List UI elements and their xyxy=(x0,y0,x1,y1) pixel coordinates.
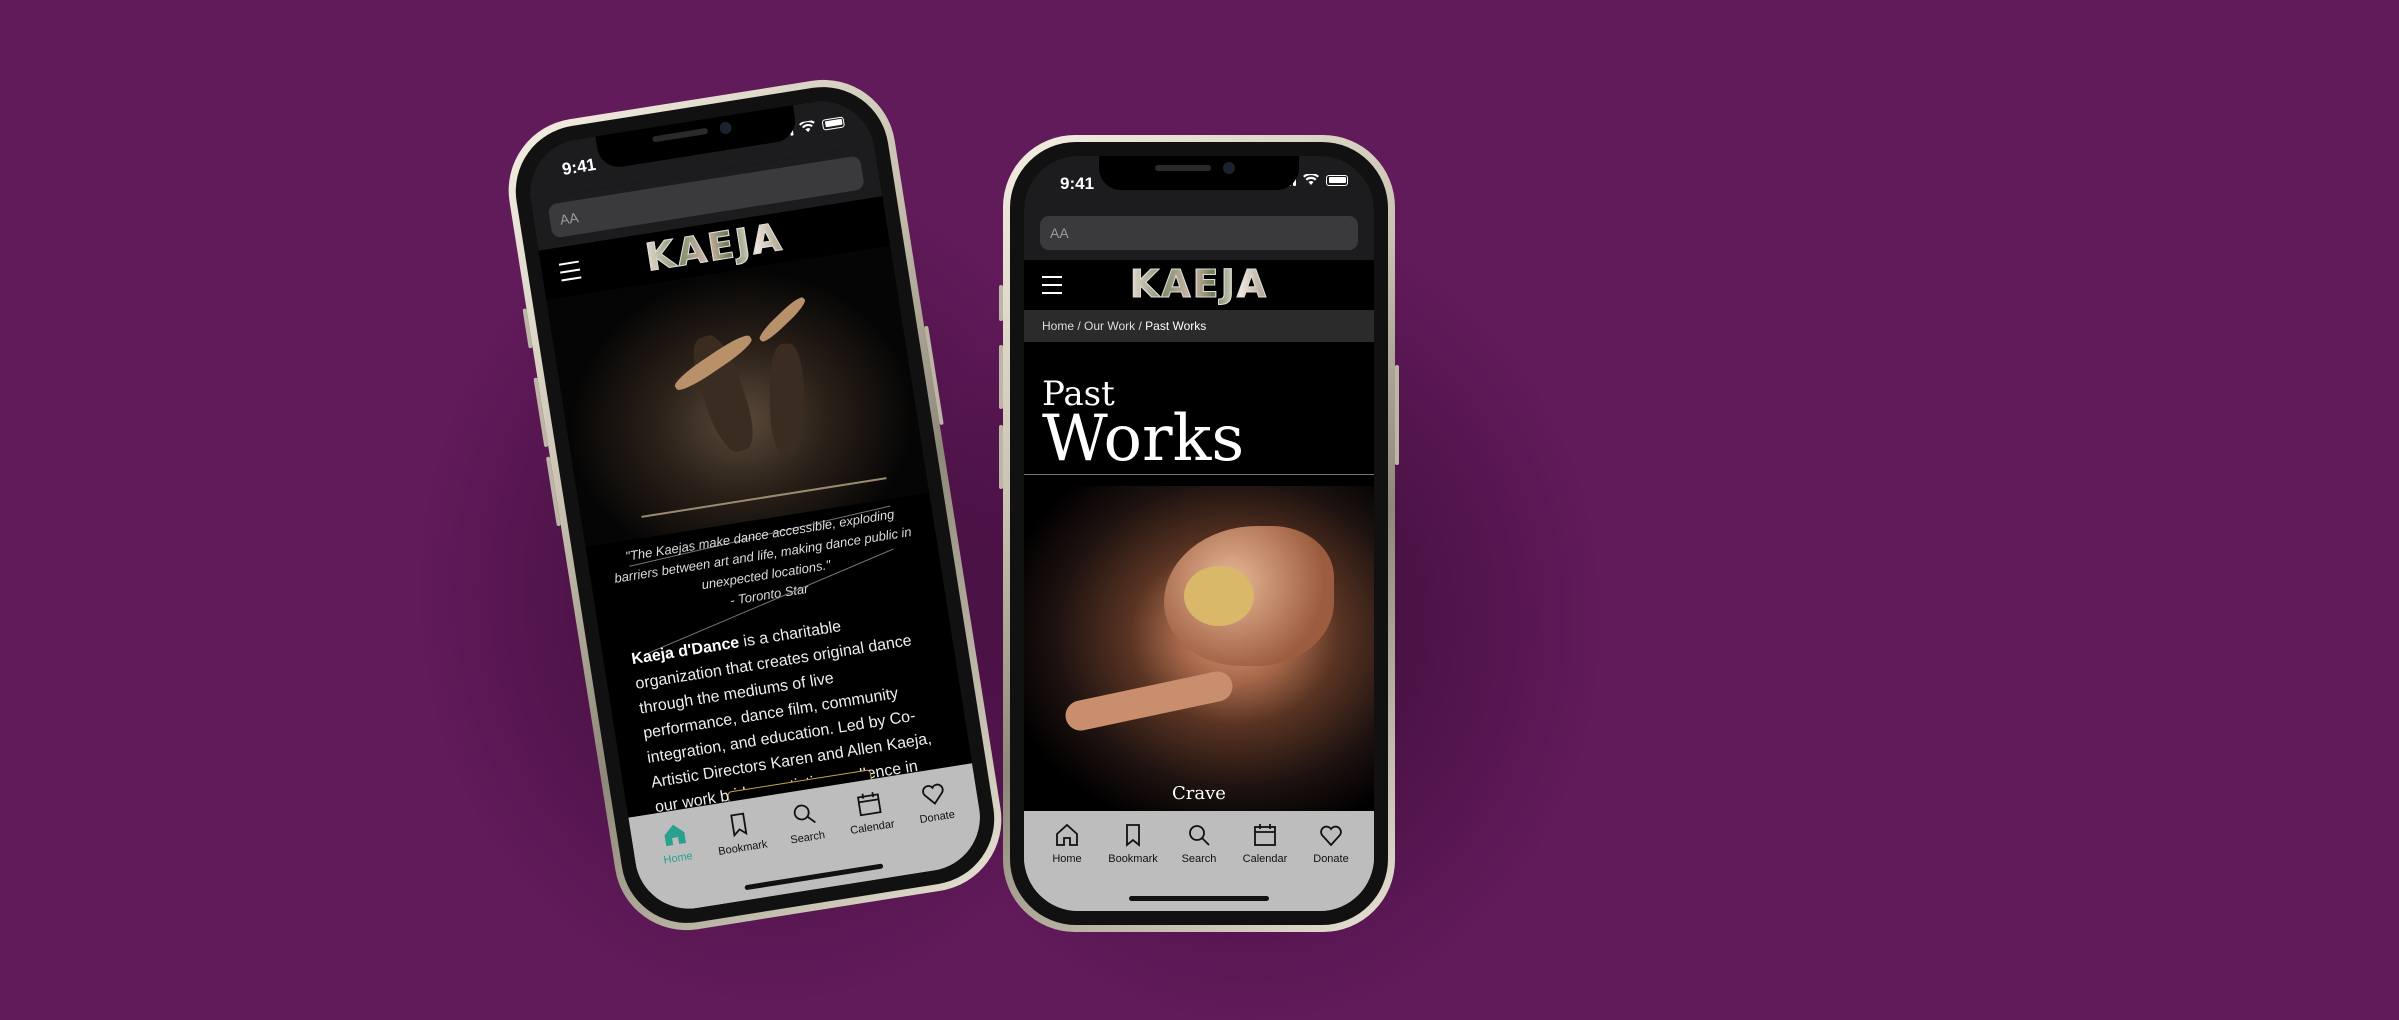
hero-dance-photo xyxy=(546,245,930,548)
tab-home[interactable]: Home xyxy=(643,816,709,869)
tab-label: Bookmark xyxy=(1108,853,1158,865)
status-time: 9:41 xyxy=(560,154,598,179)
tab-search[interactable]: Search xyxy=(1169,821,1229,865)
calendar-icon xyxy=(1254,824,1276,846)
tab-bookmark[interactable]: Bookmark xyxy=(707,806,773,859)
breadcrumb-separator: / xyxy=(1135,319,1146,333)
breadcrumb-our-work[interactable]: Our Work xyxy=(1084,319,1135,333)
heart-icon xyxy=(1320,825,1342,847)
work-caption: Crave xyxy=(1172,783,1226,804)
bookmark-icon xyxy=(1126,824,1140,847)
battery-icon xyxy=(1326,174,1348,186)
tab-label: Search xyxy=(1181,853,1217,865)
home-icon xyxy=(1056,823,1078,846)
breadcrumb: Home / Our Work / Past Works xyxy=(1024,310,1374,342)
wifi-icon xyxy=(799,120,815,133)
breadcrumb-current: Past Works xyxy=(1145,319,1207,333)
breadcrumb-separator: / xyxy=(1074,319,1085,333)
search-icon xyxy=(793,804,816,824)
screen-right: 9:41 AA KAEJA Home / Our Work / Past Wor… xyxy=(1024,156,1374,911)
tab-donate[interactable]: Donate xyxy=(1301,821,1361,865)
page-title-line2: Works xyxy=(1042,402,1245,476)
tab-label: Donate xyxy=(918,808,956,827)
calendar-icon xyxy=(856,792,882,817)
tab-search[interactable]: Search xyxy=(772,796,838,849)
tab-calendar[interactable]: Calendar xyxy=(1235,821,1295,865)
tab-bookmark[interactable]: Bookmark xyxy=(1103,821,1163,865)
wifi-icon xyxy=(1303,174,1319,185)
tab-donate[interactable]: Donate xyxy=(902,775,968,828)
phone-right: 9:41 AA KAEJA Home / Our Work / Past Wor… xyxy=(999,135,1399,932)
heart-icon xyxy=(922,783,944,805)
tab-label: Calendar xyxy=(849,818,896,838)
hamburger-menu-icon[interactable] xyxy=(558,260,583,288)
home-indicator[interactable] xyxy=(744,863,884,891)
search-icon xyxy=(1189,825,1210,846)
tab-label: Home xyxy=(1052,853,1082,865)
status-time: 9:41 xyxy=(1060,174,1095,193)
tab-calendar[interactable]: Calendar xyxy=(837,785,903,838)
home-icon xyxy=(664,824,686,847)
home-indicator[interactable] xyxy=(1129,896,1269,901)
tab-label: Donate xyxy=(1313,853,1349,865)
tab-label: Home xyxy=(662,850,694,867)
tab-label: Calendar xyxy=(1242,853,1288,865)
tab-home[interactable]: Home xyxy=(1037,821,1097,865)
bottom-tab-bar: Home Bookmark Search Calendar Donate xyxy=(1024,811,1374,911)
hamburger-menu-icon[interactable] xyxy=(1042,276,1062,300)
work-card-crave[interactable]: Crave xyxy=(1024,486,1374,816)
page-title: Past Works xyxy=(1042,374,1244,476)
battery-icon xyxy=(821,115,845,131)
kaeja-logo[interactable]: KAEJA xyxy=(1129,262,1268,307)
tab-label: Search xyxy=(789,829,826,847)
breadcrumb-home[interactable]: Home xyxy=(1042,319,1074,333)
bookmark-icon xyxy=(730,812,748,838)
site-header: KAEJA xyxy=(1024,260,1374,310)
address-bar[interactable]: AA xyxy=(1040,216,1358,250)
tab-label: Bookmark xyxy=(717,838,769,858)
